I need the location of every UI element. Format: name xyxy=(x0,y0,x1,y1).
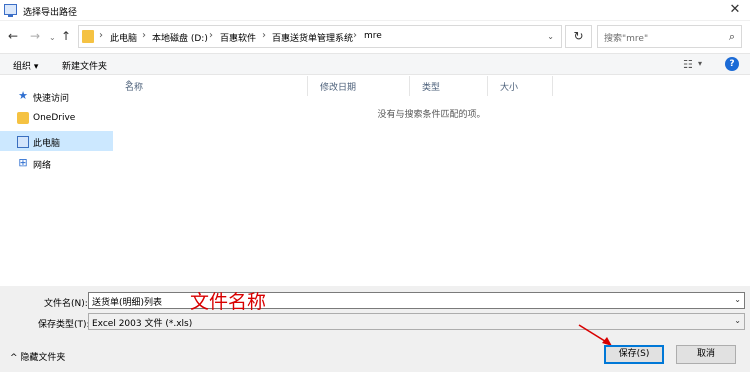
search-input[interactable]: 搜索"mre" ⌕ xyxy=(597,25,742,48)
forward-arrow-icon[interactable]: → xyxy=(30,29,40,43)
filename-label: 文件名(N): xyxy=(44,299,88,309)
back-arrow-icon[interactable]: ← xyxy=(8,29,18,43)
breadcrumb-delivery-system[interactable]: 百惠送货单管理系统 xyxy=(272,31,353,44)
filetype-select[interactable]: Excel 2003 文件 (*.xls) ⌄ xyxy=(88,313,745,330)
address-bar[interactable]: › 此电脑 › 本地磁盘 (D:) › 百惠软件 › 百惠送货单管理系统 › m… xyxy=(78,25,562,48)
breadcrumb-this-pc[interactable]: 此电脑 xyxy=(110,31,137,44)
onedrive-icon xyxy=(17,112,29,124)
computer-icon xyxy=(17,136,29,148)
breadcrumb-separator-icon[interactable]: › xyxy=(262,30,266,41)
sidebar-item-label: OneDrive xyxy=(33,113,76,123)
search-placeholder: 搜索"mre" xyxy=(604,34,649,44)
star-icon: ★ xyxy=(18,89,28,102)
column-header-type[interactable]: 类型 xyxy=(410,76,488,96)
folder-icon xyxy=(82,30,94,43)
navigation-bar: ← → ⌄ ↑ › 此电脑 › 本地磁盘 (D:) › 百惠软件 › 百惠送货单… xyxy=(0,22,750,52)
up-arrow-icon[interactable]: ↑ xyxy=(61,29,71,43)
save-form: 文件名(N): 送货单(明细)列表 ⌄ 文件名称 保存类型(T): Excel … xyxy=(0,286,750,372)
annotation-text: 文件名称 xyxy=(190,291,267,313)
filename-value: 送货单(明细)列表 xyxy=(92,298,163,308)
app-icon xyxy=(4,4,17,17)
help-icon[interactable]: ? xyxy=(725,57,739,71)
empty-message: 没有与搜索条件匹配的项。 xyxy=(377,110,486,120)
sidebar-item-network[interactable]: ⊞ 网络 xyxy=(0,153,113,173)
breadcrumb-separator-icon[interactable]: › xyxy=(209,30,213,41)
column-header-size[interactable]: 大小 xyxy=(488,76,553,96)
column-header-modified[interactable]: 修改日期 xyxy=(308,76,410,96)
breadcrumb-mre[interactable]: mre xyxy=(364,31,382,41)
save-button[interactable]: 保存(S) xyxy=(604,345,664,364)
search-icon[interactable]: ⌕ xyxy=(729,30,735,44)
sidebar-item-label: 快速访问 xyxy=(33,94,70,104)
cancel-button[interactable]: 取消 xyxy=(676,345,736,364)
breadcrumb-separator-icon[interactable]: › xyxy=(142,30,146,41)
column-header-label: 大小 xyxy=(500,83,519,93)
close-button[interactable]: ✕ xyxy=(720,0,750,21)
refresh-button[interactable]: ↻ xyxy=(565,25,592,48)
network-icon: ⊞ xyxy=(18,156,28,169)
sort-arrow-icon: ^ xyxy=(125,80,133,90)
new-folder-button[interactable]: 新建文件夹 xyxy=(62,59,107,72)
column-header-name[interactable]: 名称 ^ xyxy=(113,76,308,96)
breadcrumb-local-disk[interactable]: 本地磁盘 (D:) xyxy=(152,31,208,44)
address-dropdown-icon[interactable]: ⌄ xyxy=(547,32,554,41)
navigation-pane: ★ 快速访问 OneDrive 此电脑 ⊞ 网络 xyxy=(0,76,113,286)
file-list-pane: 名称 ^ 修改日期 类型 大小 没有与搜索条件匹配的项。 xyxy=(113,76,750,286)
sidebar-item-onedrive[interactable]: OneDrive xyxy=(0,108,113,128)
window-title: 选择导出路径 xyxy=(23,8,78,18)
organize-button[interactable]: 组织 ▾ xyxy=(13,59,38,72)
breadcrumb-separator-icon[interactable]: › xyxy=(353,30,357,41)
sidebar-item-label: 此电脑 xyxy=(33,139,61,149)
title-bar: 选择导出路径 ✕ xyxy=(0,0,750,21)
sidebar-item-label: 网络 xyxy=(33,161,52,171)
command-toolbar: 组织 ▾ 新建文件夹 ☷ ▾ ? xyxy=(0,53,750,75)
column-header-label: 类型 xyxy=(422,83,441,93)
view-dropdown-icon[interactable]: ▾ xyxy=(698,59,702,68)
recent-locations-dropdown-icon[interactable]: ⌄ xyxy=(49,31,56,45)
sidebar-item-quick-access[interactable]: ★ 快速访问 xyxy=(0,86,113,106)
filetype-value: Excel 2003 文件 (*.xls) xyxy=(92,319,193,329)
hide-folders-toggle[interactable]: ^ 隐藏文件夹 xyxy=(10,350,65,363)
breadcrumb-separator-icon[interactable]: › xyxy=(99,30,103,41)
filetype-dropdown-icon[interactable]: ⌄ xyxy=(734,316,741,325)
breadcrumb-baihui-software[interactable]: 百惠软件 xyxy=(220,31,256,44)
filetype-label: 保存类型(T): xyxy=(38,320,90,330)
filename-input[interactable]: 送货单(明细)列表 ⌄ xyxy=(88,292,745,309)
sidebar-item-this-pc[interactable]: 此电脑 xyxy=(0,131,113,151)
filename-dropdown-icon[interactable]: ⌄ xyxy=(734,295,741,304)
column-header-label: 修改日期 xyxy=(320,83,357,93)
view-options-icon[interactable]: ☷ xyxy=(683,58,693,71)
